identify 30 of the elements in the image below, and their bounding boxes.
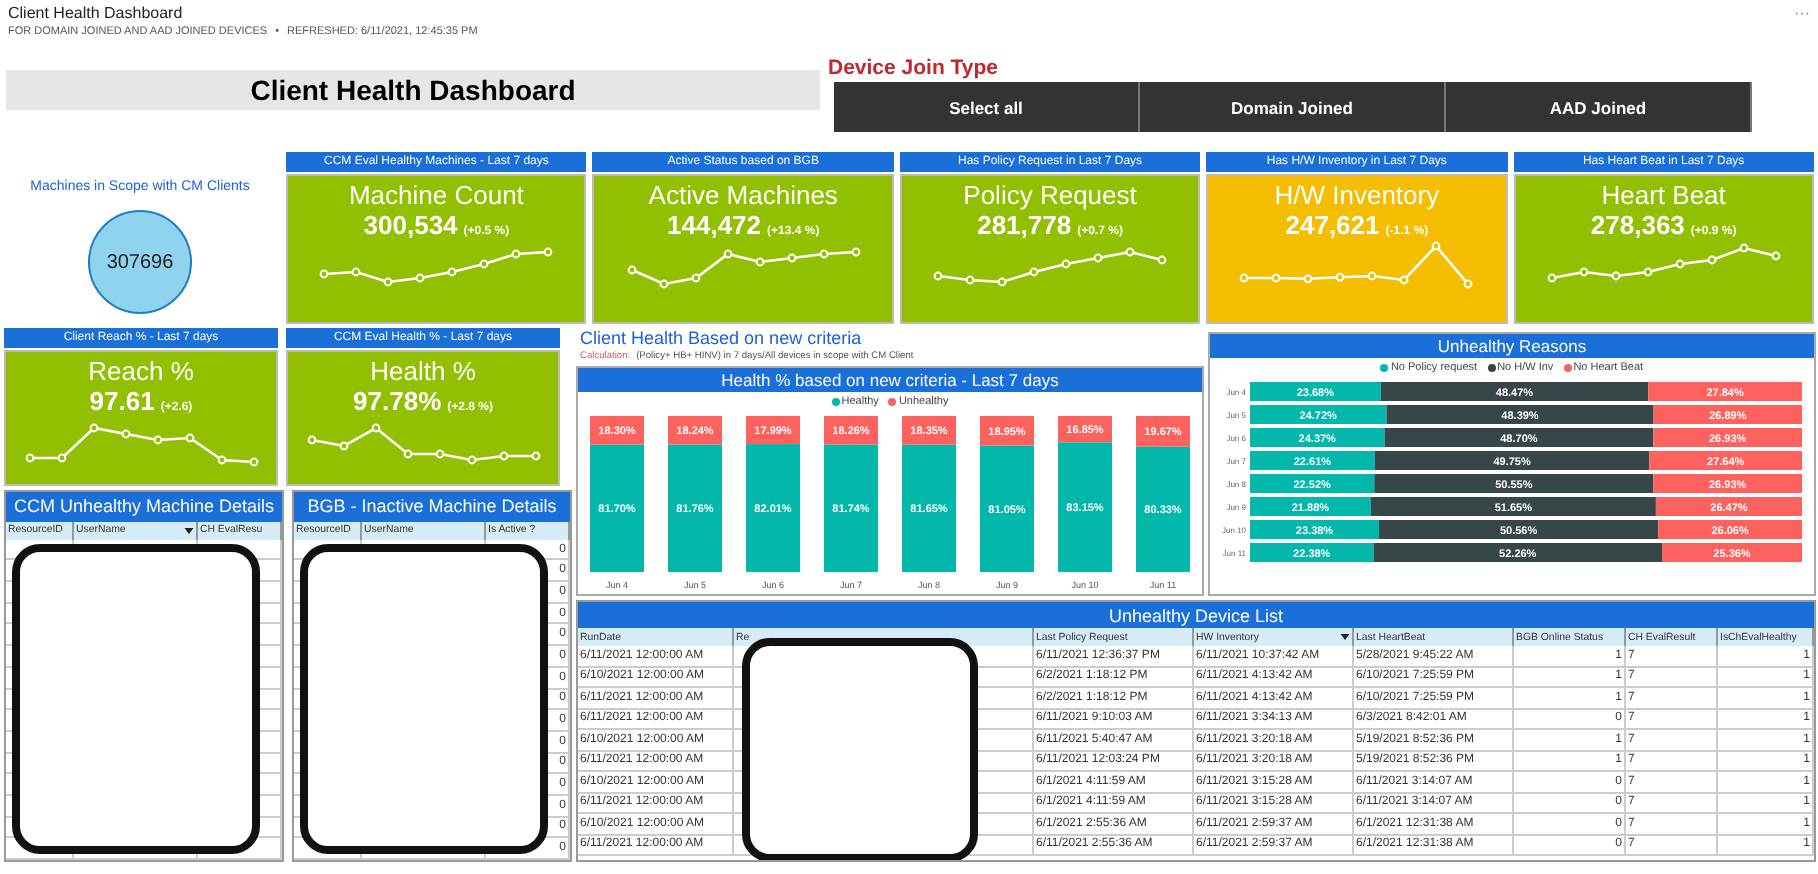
section-title: Client Health Based on new criteria bbox=[580, 328, 864, 348]
count-circle: 307696 bbox=[88, 210, 192, 314]
filter-button[interactable]: AAD Joined bbox=[1446, 82, 1752, 132]
kpi-title: Heart Beat bbox=[1601, 180, 1726, 210]
kpi-title: H/W Inventory bbox=[1274, 180, 1440, 210]
kpi-value: 281,778 bbox=[977, 210, 1072, 240]
table-title: BGB - Inactive Machine Details bbox=[294, 491, 570, 522]
sort-caret-icon[interactable] bbox=[1340, 634, 1350, 640]
dashboard-title: Client Health Dashboard bbox=[6, 70, 820, 110]
kpi-title: Health % bbox=[370, 356, 476, 386]
kpi-title: Policy Request bbox=[963, 180, 1137, 210]
kpi-value: 300,534 bbox=[363, 210, 458, 240]
more-options-button[interactable]: ··· bbox=[1794, 4, 1810, 56]
kpi-value: 97.78% bbox=[353, 386, 442, 416]
chart-title: Health % based on new criteria - Last 7 days bbox=[578, 368, 1202, 392]
sort-caret-icon[interactable] bbox=[184, 527, 194, 534]
slicer-label: Device Join Type bbox=[828, 56, 999, 80]
kpi-value: 97.61 bbox=[89, 386, 155, 416]
kpi-value: 278,363 bbox=[1590, 210, 1685, 240]
kpi-title: Active Machines bbox=[648, 180, 838, 210]
report-title: Client Health Dashboard bbox=[8, 4, 185, 22]
chart-title: Unhealthy Reasons bbox=[1210, 334, 1814, 358]
kpi-value: 144,472 bbox=[667, 210, 762, 240]
filter-button[interactable]: Select all bbox=[834, 82, 1140, 132]
kpi-value: 247,621 bbox=[1285, 210, 1380, 240]
kpi-title: Machine Count bbox=[348, 180, 524, 210]
table-title: CCM Unhealthy Machine Details bbox=[6, 491, 282, 522]
kpi-title: Reach % bbox=[88, 356, 194, 386]
filter-button[interactable]: Domain Joined bbox=[1140, 82, 1446, 132]
table-title: Unhealthy Device List bbox=[578, 602, 1814, 628]
